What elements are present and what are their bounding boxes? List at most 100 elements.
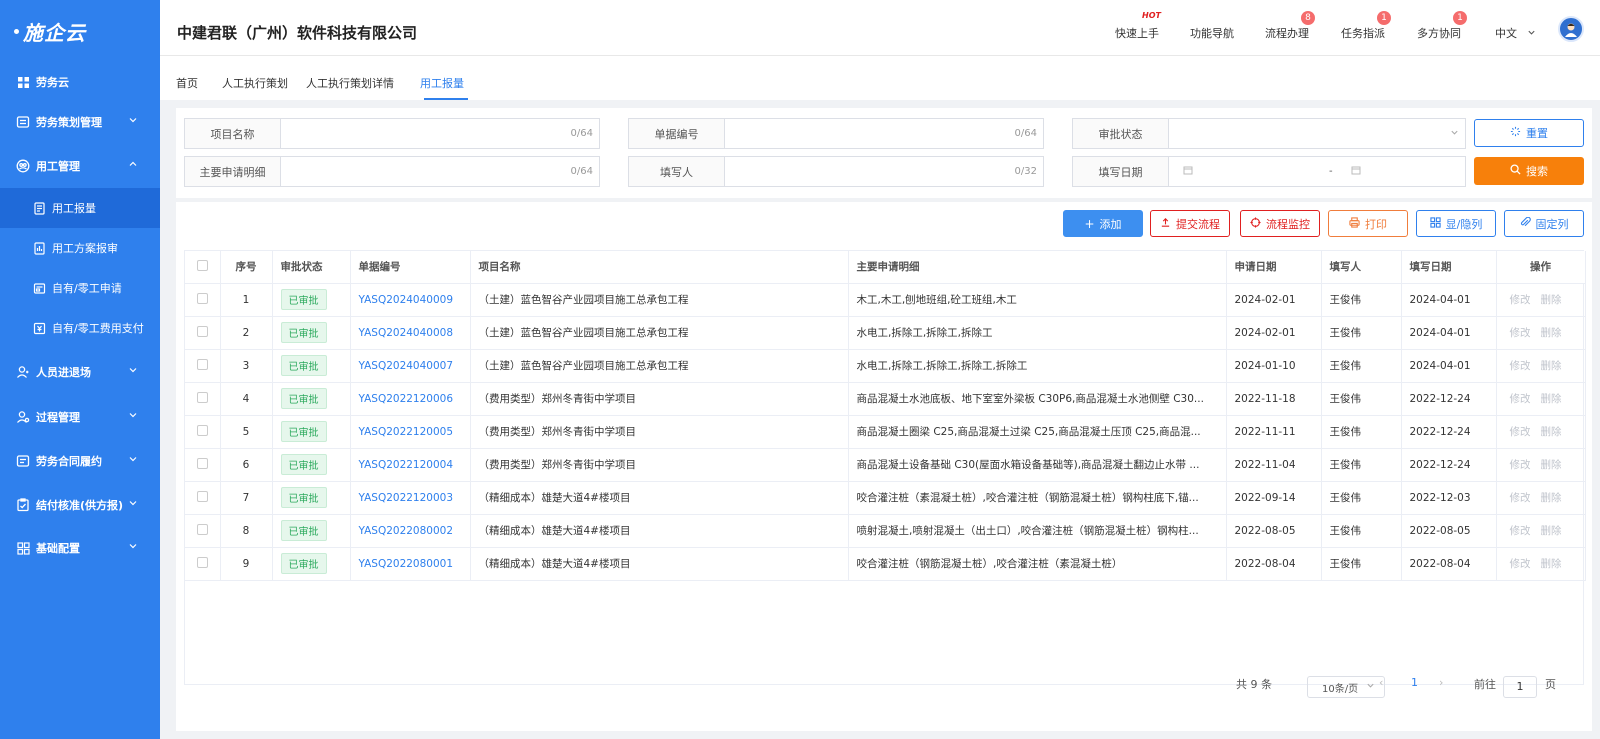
approval-status-select[interactable] [1169, 119, 1465, 148]
delete-button[interactable]: 删除 [1541, 492, 1562, 504]
sidebar-item-employment[interactable]: 用工管理 [0, 146, 160, 186]
row-checkbox[interactable] [185, 448, 221, 482]
doc-code-link[interactable]: YASQ2024040009 [359, 294, 454, 306]
sidebar-item-own-temp-payment[interactable]: 自有/零工费用支付 [0, 308, 160, 348]
doc-code-link[interactable]: YASQ2022120004 [359, 459, 454, 471]
column-header[interactable]: 申请日期 [1226, 251, 1322, 284]
delete-button[interactable]: 删除 [1541, 294, 1562, 306]
filler-input[interactable]: 0/32 [725, 157, 1043, 186]
table-row[interactable]: 1 已审批 YASQ2024040009 （土建）蓝色智谷产业园项目施工总承包工程 木工… [185, 283, 1586, 317]
next-page-button[interactable]: › [1439, 676, 1443, 689]
column-header[interactable]: 项目名称 [470, 251, 849, 284]
reset-button[interactable]: 重置 [1474, 119, 1584, 147]
tab-home[interactable]: 首页 [176, 75, 198, 91]
doc-code-link[interactable]: YASQ2024040008 [359, 327, 454, 339]
column-header[interactable]: 单据编号 [350, 251, 471, 284]
sidebar-item-labor-cloud[interactable]: 劳务云 [0, 62, 160, 102]
edit-button[interactable]: 修改 [1510, 525, 1531, 537]
edit-button[interactable]: 修改 [1510, 459, 1531, 471]
process-handling-link[interactable]: 流程办理 8 [1265, 11, 1315, 41]
doc-code-link[interactable]: YASQ2022120005 [359, 426, 454, 438]
table-row[interactable]: 7 已审批 YASQ2022120003 （精细成本）雄楚大道4#楼项目 咬合灌注桩（素… [185, 481, 1586, 515]
search-button[interactable]: 搜索 [1474, 157, 1584, 185]
row-checkbox[interactable] [185, 547, 221, 581]
doc-code-link[interactable]: YASQ2022120006 [359, 393, 454, 405]
current-page[interactable]: 1 [1411, 676, 1418, 689]
top-header: 中建君联（广州）软件科技有限公司 快速上手 HOT 功能导航 流程办理 8 任务… [160, 0, 1600, 56]
edit-button[interactable]: 修改 [1510, 426, 1531, 438]
date-range-picker[interactable]: - [1169, 157, 1465, 186]
row-checkbox[interactable] [185, 316, 221, 350]
submit-process-button[interactable]: 提交流程 [1150, 210, 1230, 237]
prev-page-button[interactable]: ‹ [1379, 676, 1383, 689]
column-header[interactable]: 主要申请明细 [848, 251, 1227, 284]
edit-button[interactable]: 修改 [1510, 393, 1531, 405]
app-logo[interactable]: 施企云 [0, 0, 160, 62]
fix-columns-button[interactable]: 固定列 [1504, 210, 1584, 237]
row-checkbox[interactable] [185, 382, 221, 416]
sidebar-item-personnel-entry-exit[interactable]: 人员进退场 [0, 352, 160, 392]
table-row[interactable]: 9 已审批 YASQ2022080001 （精细成本）雄楚大道4#楼项目 咬合灌注桩（钢… [185, 547, 1586, 581]
doc-code-link[interactable]: YASQ2022080001 [359, 558, 454, 570]
add-button[interactable]: + 添加 [1063, 210, 1143, 237]
row-checkbox[interactable] [185, 514, 221, 548]
project-name-input[interactable]: 0/64 [281, 119, 599, 148]
task-assign-link[interactable]: 任务指派 1 [1341, 11, 1391, 41]
row-checkbox[interactable] [185, 349, 221, 383]
sidebar-item-employment-report[interactable]: 用工报量 [0, 188, 160, 228]
delete-button[interactable]: 删除 [1541, 393, 1562, 405]
delete-button[interactable]: 删除 [1541, 459, 1562, 471]
sidebar-item-basic-config[interactable]: 基础配置 [0, 528, 160, 568]
column-header[interactable]: 审批状态 [272, 251, 351, 284]
row-checkbox[interactable] [185, 481, 221, 515]
tab-labor-plan[interactable]: 人工执行策划 [222, 75, 288, 91]
doc-number-input[interactable]: 0/64 [725, 119, 1043, 148]
sidebar-item-employment-plan-review[interactable]: 用工方案报审 [0, 228, 160, 268]
table-row[interactable]: 3 已审批 YASQ2024040007 （土建）蓝色智谷产业园项目施工总承包工程 水电… [185, 349, 1586, 383]
delete-button[interactable]: 删除 [1541, 558, 1562, 570]
column-header[interactable]: 填写人 [1321, 251, 1402, 284]
sidebar-item-settlement-approval[interactable]: 结付核准(供方报) [0, 485, 160, 525]
edit-button[interactable]: 修改 [1510, 558, 1531, 570]
table-row[interactable]: 4 已审批 YASQ2022120006 （费用类型）郑州冬青街中学项目 商品混凝土水池… [185, 382, 1586, 416]
sidebar-item-own-temp-apply[interactable]: 自有/零工申请 [0, 268, 160, 308]
sidebar-item-process-management[interactable]: 过程管理 [0, 397, 160, 437]
column-header[interactable]: 填写日期 [1401, 251, 1497, 284]
sidebar-item-labor-contract[interactable]: 劳务合同履约 [0, 441, 160, 481]
edit-button[interactable]: 修改 [1510, 294, 1531, 306]
table-row[interactable]: 2 已审批 YASQ2024040008 （土建）蓝色智谷产业园项目施工总承包工程 水电… [185, 316, 1586, 350]
row-checkbox[interactable] [185, 415, 221, 449]
doc-code-link[interactable]: YASQ2022080002 [359, 525, 454, 537]
sidebar-item-labor-planning[interactable]: 劳务策划管理 [0, 102, 160, 142]
doc-code-link[interactable]: YASQ2024040007 [359, 360, 454, 372]
row-checkbox[interactable] [185, 283, 221, 317]
edit-button[interactable]: 修改 [1510, 360, 1531, 372]
table-row[interactable]: 6 已审批 YASQ2022120004 （费用类型）郑州冬青街中学项目 商品混凝土设备… [185, 448, 1586, 482]
table-row[interactable]: 5 已审批 YASQ2022120005 （费用类型）郑州冬青街中学项目 商品混凝土圈梁… [185, 415, 1586, 449]
select-all-checkbox[interactable] [185, 251, 221, 284]
page-size-select[interactable]: 10条/页 [1307, 676, 1385, 698]
language-select[interactable]: 中文 [1495, 25, 1536, 41]
delete-button[interactable]: 删除 [1541, 525, 1562, 537]
row-index: 9 [220, 547, 273, 581]
avatar[interactable] [1558, 16, 1584, 42]
goto-page-input[interactable]: 1 [1503, 676, 1537, 698]
table-row[interactable]: 8 已审批 YASQ2022080002 （精细成本）雄楚大道4#楼项目 喷射混凝土,喷… [185, 514, 1586, 548]
column-header[interactable]: 序号 [220, 251, 273, 284]
toggle-columns-button[interactable]: 显/隐列 [1416, 210, 1496, 237]
quick-start-link[interactable]: 快速上手 HOT [1115, 11, 1161, 41]
tab-labor-plan-detail[interactable]: 人工执行策划详情 [306, 75, 394, 91]
function-nav-link[interactable]: 功能导航 [1190, 25, 1234, 41]
print-button[interactable]: 打印 [1328, 210, 1408, 237]
tab-employment-report[interactable]: 用工报量 [420, 75, 464, 91]
doc-code-link[interactable]: YASQ2022120003 [359, 492, 454, 504]
delete-button[interactable]: 删除 [1541, 426, 1562, 438]
form-icon [32, 281, 46, 295]
edit-button[interactable]: 修改 [1510, 327, 1531, 339]
collaboration-link[interactable]: 多方协同 1 [1417, 11, 1467, 41]
delete-button[interactable]: 删除 [1541, 327, 1562, 339]
process-monitor-button[interactable]: 流程监控 [1240, 210, 1320, 237]
edit-button[interactable]: 修改 [1510, 492, 1531, 504]
main-detail-input[interactable]: 0/64 [281, 157, 599, 186]
delete-button[interactable]: 删除 [1541, 360, 1562, 372]
